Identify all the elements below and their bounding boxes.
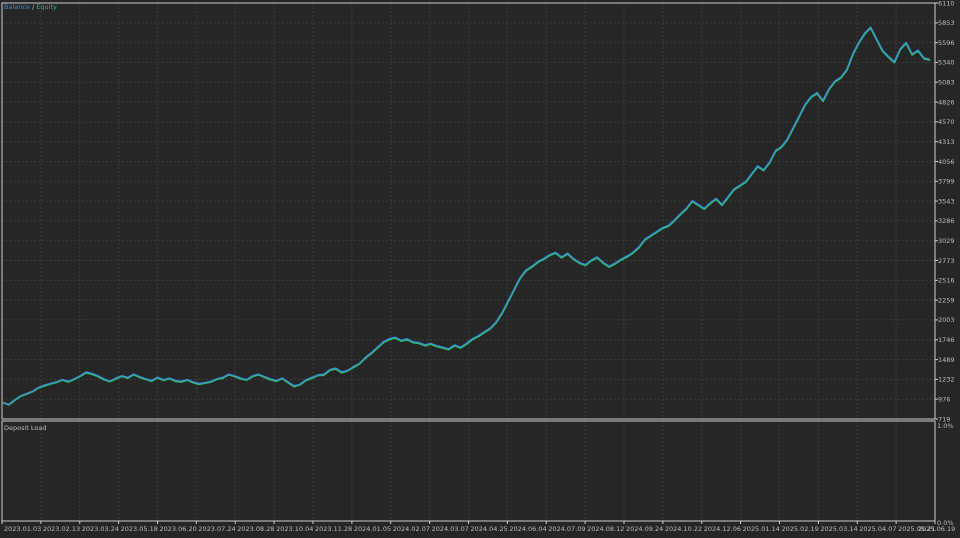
x-tick-label: 2023.11.28 — [315, 525, 352, 533]
series-layer — [2, 26, 931, 406]
y-tick-label: 3543 — [938, 197, 955, 205]
y-tick-label: 4056 — [938, 158, 955, 166]
x-tick-label: 2025.02.19 — [782, 525, 819, 533]
y-tick-label: 2516 — [938, 277, 955, 285]
legend-equity: Equity — [36, 3, 57, 11]
x-tick-label: 2024.08.12 — [587, 525, 624, 533]
x-tick-label: 2024.03.07 — [432, 525, 469, 533]
x-tick-label: 2023.07.24 — [198, 525, 235, 533]
balance-equity-chart: 719 976 1232 1489 1746 2003 2259 2516 2773 3029 32… — [0, 0, 960, 534]
y-tick-label: 6110 — [938, 0, 955, 7]
x-tick-label: 2023.05.18 — [121, 525, 158, 533]
chart-canvas: 7199761232148917462003225925162773302932… — [1, 0, 955, 533]
deposit-load-title: Deposit Load — [4, 424, 47, 432]
deposit-load-y-bottom: 0.0% — [937, 519, 954, 527]
y-tick-label: 5853 — [938, 19, 955, 27]
y-tick-label: 5596 — [938, 39, 955, 47]
x-tick-label: 2023.03.24 — [82, 525, 119, 533]
x-tick-label: 2023.02.13 — [43, 525, 80, 533]
x-tick-label: 2024.04.25 — [471, 525, 508, 533]
y-tick-label: 976 — [938, 395, 950, 403]
x-tick-label: 2024.09.24 — [626, 525, 663, 533]
y-tick-label: 3799 — [938, 178, 955, 186]
y-tick-label: 3286 — [938, 217, 955, 225]
x-axis: 2023.01.03 2023.02.13 2023.03.24 2023.05.18… — [1, 521, 955, 533]
y-tick-label: 2259 — [938, 296, 955, 304]
y-tick-label: 1232 — [938, 376, 955, 384]
y-tick-label: 5083 — [938, 79, 955, 87]
y-tick-label: 3029 — [938, 237, 955, 245]
deposit-load-y-top: 1.0% — [937, 422, 954, 430]
series-line-equity — [2, 26, 931, 406]
x-tick-label: 2023.08.28 — [237, 525, 274, 533]
x-tick-label: 2023.06.20 — [160, 525, 197, 533]
x-tick-label: 2023.10.04 — [276, 525, 313, 533]
y-tick-label: 4313 — [938, 138, 955, 146]
x-tick-label: 2025.03.14 — [820, 525, 857, 533]
y-tick-label: 4826 — [938, 98, 955, 106]
y-tick-label: 4570 — [938, 118, 955, 126]
x-tick-label: 2024.10.22 — [665, 525, 702, 533]
x-tick-label: 2024.07.09 — [548, 525, 585, 533]
x-tick-label: 2024.02.07 — [393, 525, 430, 533]
legend-balance: Balance — [4, 3, 30, 11]
x-tick-label: 2024.01.05 — [354, 525, 391, 533]
x-tick-label: 2024.06.04 — [509, 525, 546, 533]
x-tick-label: 2025.01.14 — [743, 525, 780, 533]
y-tick-label: 2003 — [938, 316, 955, 324]
y-tick-label: 1746 — [938, 336, 955, 344]
x-tick-label: 2024.12.06 — [704, 525, 741, 533]
y-tick-label: 2773 — [938, 257, 955, 265]
y-tick-label: 5340 — [938, 59, 955, 67]
series-line-balance — [2, 26, 931, 405]
y-tick-label: 1489 — [938, 356, 955, 364]
y-axis: 7199761232148917462003225925162773302932… — [935, 0, 955, 423]
x-tick-label: 2025.04.07 — [859, 525, 896, 533]
x-tick-label: 2023.01.03 — [4, 525, 41, 533]
grid-layer — [1, 2, 936, 521]
legend: Balance / Equity — [4, 3, 57, 11]
legend-separator: / — [32, 3, 35, 11]
